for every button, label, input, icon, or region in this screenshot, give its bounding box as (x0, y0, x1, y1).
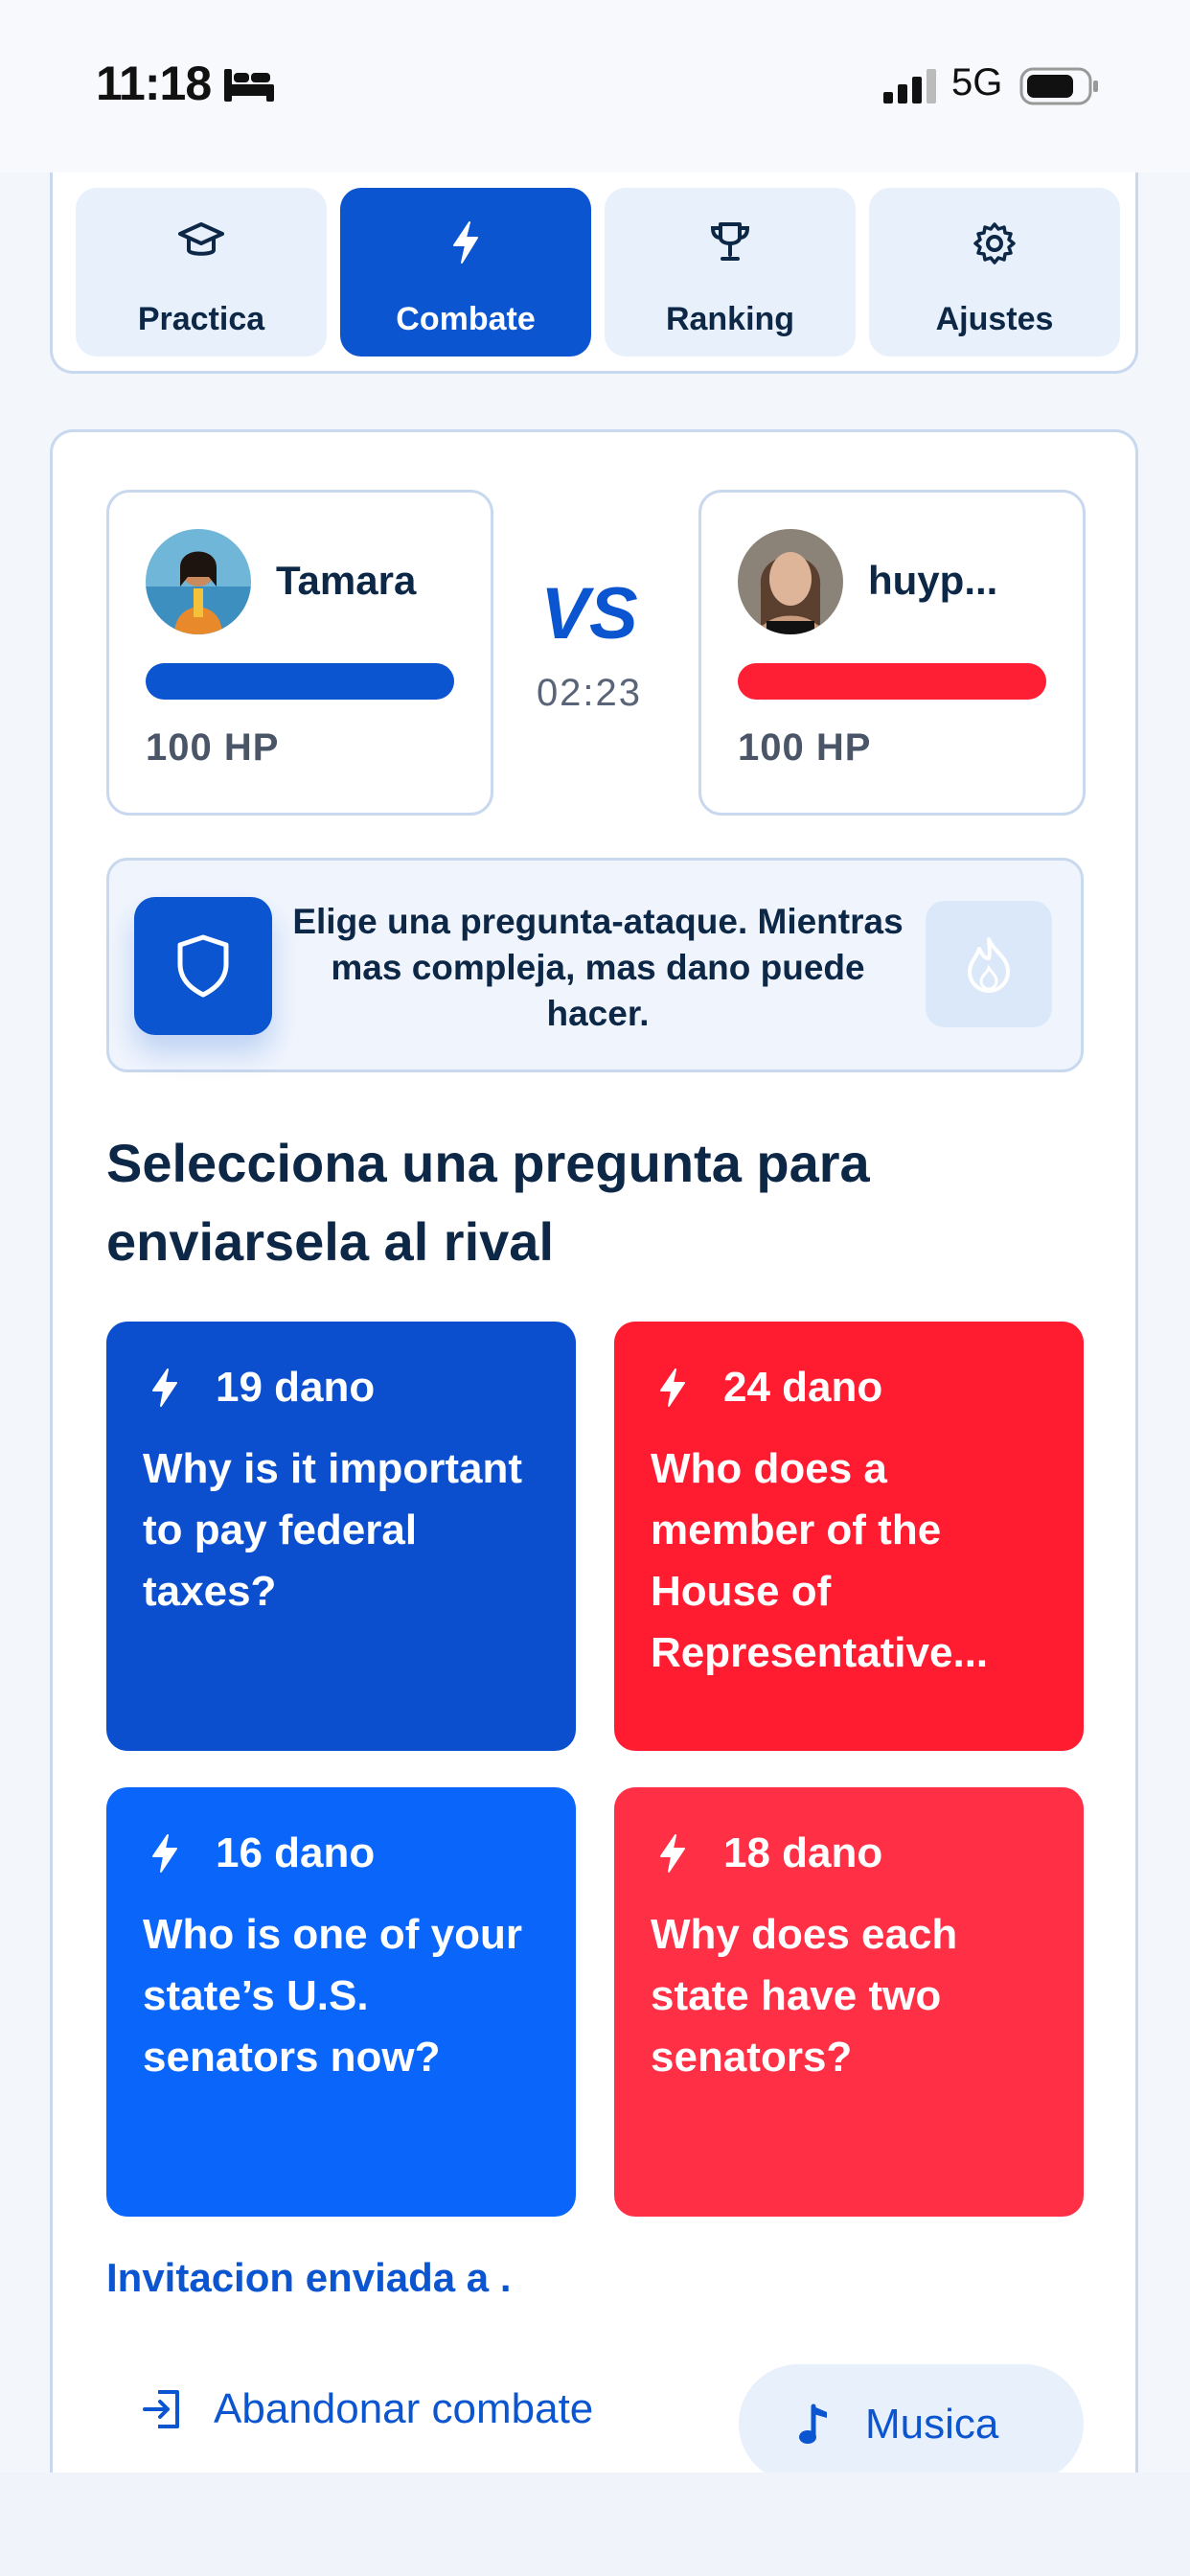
tab-label: Practica (137, 301, 265, 337)
bed-icon (224, 69, 274, 102)
question-card[interactable]: 16 dano Who is one of your state’s U.S. … (106, 1787, 576, 2217)
player-avatar (146, 529, 251, 634)
opponent-hp-label: 100 HP (738, 726, 872, 769)
battle-card: Tamara 100 HP VS 02:23 huyp... 100 HP El… (50, 429, 1138, 2576)
opponent-card: huyp... 100 HP (698, 490, 1086, 816)
hint-text: Elige una pregunta-ataque. Mientras mas … (292, 902, 904, 1033)
question-text: Who does a member of the House of Repres… (651, 1445, 989, 1676)
vs-label: VS (540, 573, 638, 655)
tab-label: Combate (396, 301, 536, 337)
music-button[interactable]: Musica (739, 2364, 1084, 2483)
damage-label: 18 dano (723, 1829, 883, 1876)
question-text: Why does each state have two senators? (651, 1911, 958, 2081)
invite-status: Invitacion enviada a . (106, 2255, 512, 2300)
defend-button[interactable] (134, 897, 272, 1035)
question-card[interactable]: 24 dano Who does a member of the House o… (614, 1322, 1084, 1751)
tab-ranking[interactable]: Ranking (605, 188, 856, 356)
player-card: Tamara 100 HP (106, 490, 493, 816)
fire-icon (968, 937, 1010, 993)
damage-label: 19 dano (216, 1364, 376, 1411)
player-hp-bar (146, 663, 454, 700)
section-title: Selecciona una pregunta para enviarsela … (106, 1133, 870, 1272)
battery-icon (1019, 67, 1098, 105)
network-label: 5G (951, 61, 1003, 104)
exit-icon (143, 2390, 179, 2428)
opponent-avatar (738, 529, 843, 634)
tab-ajustes[interactable]: Ajustes (869, 188, 1120, 356)
tab-combate[interactable]: Combate (340, 188, 591, 356)
status-time: 11:18 (96, 57, 212, 110)
bolt-icon (660, 1834, 685, 1873)
graduation-cap-icon (178, 222, 224, 256)
player-name: Tamara (276, 558, 417, 603)
attack-hint: Elige una pregunta-ataque. Mientras mas … (106, 858, 1084, 1072)
music-label: Musica (865, 2401, 999, 2448)
bolt-icon (453, 221, 478, 264)
damage-label: 24 dano (723, 1364, 883, 1411)
battle-timer: 02:23 (536, 672, 643, 714)
nav-tabs: Practica Combate Ranking Ajustes (50, 172, 1138, 374)
tab-practica[interactable]: Practica (76, 188, 327, 356)
tab-label: Ajustes (935, 301, 1054, 337)
trophy-icon (710, 222, 750, 261)
bolt-icon (660, 1368, 685, 1407)
bolt-icon (152, 1368, 177, 1407)
leave-battle-button[interactable]: Abandonar combate (139, 2366, 593, 2452)
tab-label: Ranking (665, 301, 795, 337)
opponent-hp-bar (738, 663, 1046, 700)
question-card[interactable]: 18 dano Why does each state have two sen… (614, 1787, 1084, 2217)
question-text: Who is one of your state’s U.S. senators… (143, 1911, 522, 2081)
bolt-icon (152, 1834, 177, 1873)
status-bar: 11:18 5G (0, 0, 1190, 172)
leave-battle-label: Abandonar combate (214, 2385, 594, 2432)
bottom-area (0, 2472, 1190, 2576)
damage-label: 16 dano (216, 1829, 376, 1876)
music-note-icon (799, 2404, 827, 2444)
question-card[interactable]: 19 dano Why is it important to pay feder… (106, 1322, 576, 1751)
opponent-name: huyp... (868, 558, 998, 603)
signal-icon (883, 69, 936, 104)
fire-button[interactable] (926, 901, 1052, 1027)
player-hp-label: 100 HP (146, 726, 280, 769)
question-text: Why is it important to pay federal taxes… (143, 1445, 522, 1615)
gear-icon (973, 222, 1016, 264)
shield-icon (177, 934, 229, 998)
